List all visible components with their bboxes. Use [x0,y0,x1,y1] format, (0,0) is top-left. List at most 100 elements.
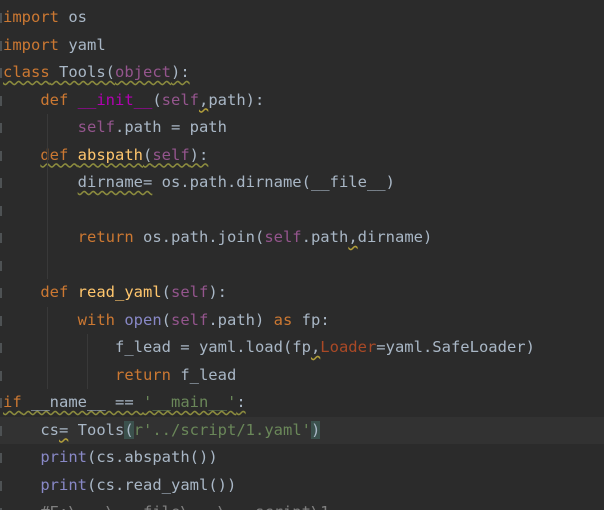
code-line[interactable]: #E:\...\...file\...\...script\1. [0,499,604,510]
code-text: return os.path.join(self.path,dirname) [3,224,433,252]
code-line[interactable]: with open(self.path) as fp: [0,307,604,335]
code-token: open [124,310,162,329]
code-token: ): [208,283,227,301]
code-text: self.path = path [3,114,227,142]
code-line[interactable]: self.path = path [0,114,604,142]
code-token: object [115,63,171,81]
code-line[interactable] [0,252,604,280]
code-token: ( [124,420,134,439]
code-token: def [40,90,78,109]
code-token: .path = path [114,118,227,136]
code-token: dirname) [357,228,433,246]
code-text: class Tools(object): [3,59,190,87]
code-line[interactable]: if __name__ == '__main__': [0,389,604,417]
code-token: class [3,63,50,81]
gutter-marker [0,315,2,326]
gutter-marker [0,260,2,271]
code-line[interactable]: import yaml [0,32,604,60]
code-line[interactable]: cs= Tools(r'../script/1.yaml') [0,416,604,444]
code-token: cs [40,420,59,439]
code-line[interactable]: def __init__(self,path): [0,87,604,115]
code-line[interactable]: import os [0,4,604,32]
code-token: self [171,310,209,329]
indent-guide [46,114,48,169]
code-line[interactable]: f_lead = yaml.load(fp,Loader=yaml.SafeLo… [0,334,604,362]
gutter-marker [0,95,2,106]
code-line[interactable]: def abspath(self): [0,142,604,170]
gutter-marker [0,40,2,51]
code-token: (cs.abspath()) [87,448,218,466]
code-token: self [161,90,199,109]
code-token: import [3,35,59,54]
code-token: yaml [59,35,106,54]
code-token: abspath [77,145,143,164]
code-text: print(cs.abspath()) [3,444,218,472]
code-editor[interactable]: import os import yaml class Tools(object):… [0,0,604,510]
code-text: print(cs.read_yaml()) [3,472,236,500]
code-token: .path) [208,310,274,329]
code-line[interactable] [0,197,604,225]
gutter-marker [0,150,2,161]
gutter-marker [0,398,2,408]
code-line[interactable]: print(cs.abspath()) [0,444,604,472]
code-token: def [40,283,78,301]
code-token: '__main__' [143,393,237,411]
gutter-marker [0,205,2,216]
gutter-marker [0,288,2,298]
code-token: : [236,393,246,411]
code-token: print [40,448,87,466]
code-text: if __name__ == '__main__': [3,389,246,417]
code-token: = [59,420,69,439]
code-token: Tools [68,420,125,439]
code-text: with open(self.path) as fp: [3,307,330,335]
code-token: Loader [320,338,377,356]
code-text: import os [3,4,87,32]
code-token: r'../script/1.yaml' [133,420,311,439]
code-token: dirname= [77,173,153,191]
code-token: .path [301,228,349,246]
code-token: , [348,228,358,246]
code-line[interactable]: class Tools(object): [0,59,604,87]
code-token: return [114,365,171,384]
code-token: os.path.dirname(__file__) [152,173,395,191]
code-line[interactable]: def read_yaml(self): [0,279,604,307]
code-token: ( [152,90,162,109]
code-token: ( [161,310,171,329]
gutter-marker [0,425,2,436]
gutter-marker [0,480,2,491]
code-line[interactable]: dirname= os.path.dirname(__file__) [0,169,604,197]
code-line[interactable]: return os.path.join(self.path,dirname) [0,224,604,252]
gutter-marker [0,453,2,463]
code-token: f_lead [170,365,237,384]
code-token: with [77,310,125,329]
code-text: def abspath(self): [3,142,208,170]
code-token: self [152,145,190,164]
gutter-marker [0,370,2,381]
code-text: dirname= os.path.dirname(__file__) [3,169,395,197]
gutter-marker [0,233,2,243]
gutter-marker [0,178,2,188]
code-line[interactable]: print(cs.read_yaml()) [0,472,604,500]
code-line[interactable]: return f_lead [0,362,604,390]
code-token: ( [161,283,171,301]
code-token: import [3,8,59,26]
code-token: , [310,338,321,356]
code-text: return f_lead [3,362,236,390]
code-token: f_lead = yaml.load(fp [114,338,311,356]
indent-guide [46,306,48,389]
code-token: __init__ [77,90,153,109]
code-token: (cs.read_yaml()) [87,475,237,494]
gutter-marker [0,13,2,23]
code-token: os [59,8,87,26]
code-token: as [273,310,293,329]
code-token: #E:\...\...file\...\...script\1. [40,503,339,510]
code-token: self [77,118,115,136]
gutter-marker [0,68,2,78]
